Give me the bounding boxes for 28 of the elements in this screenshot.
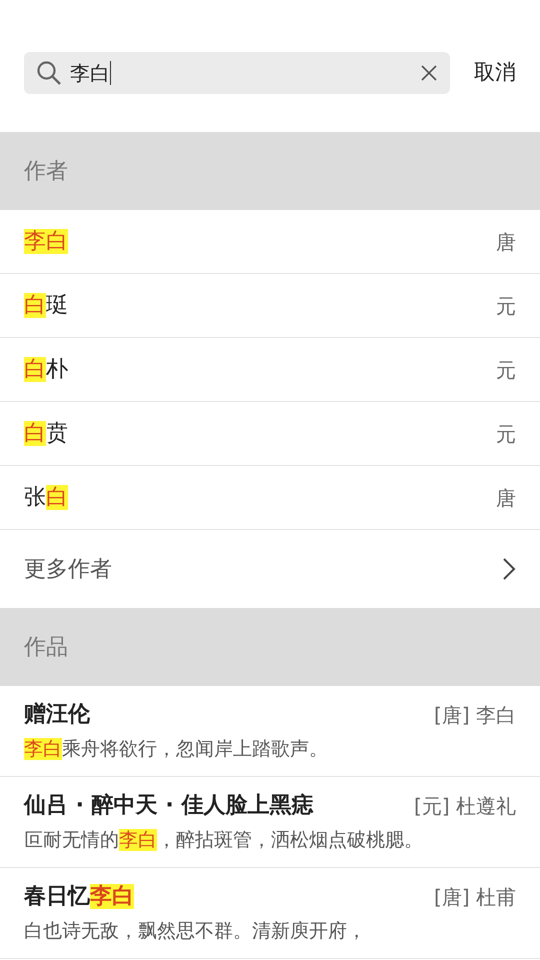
author-name: 白珽 [24,293,68,318]
chevron-right-icon [502,557,516,581]
author-name: 白 贲 [24,421,68,446]
work-author: [唐] 李白 [434,702,516,729]
search-field[interactable]: 李白 [24,52,450,94]
dynasty-label: 唐 [496,484,516,512]
work-author: [唐] 杜甫 [434,884,516,911]
work-excerpt: 白也诗无敌，飘然思不群。清新庾开府， [24,920,366,942]
author-name: 李白 [24,229,68,254]
dynasty-label: 元 [496,292,516,320]
work-excerpt: 李白乘舟将欲行，忽闻岸上踏歌声。 [24,738,328,760]
author-name: 白朴 [24,357,68,382]
work-title: 赠汪伦 [24,702,90,728]
section-header: 作者 [0,132,540,210]
cancel-button[interactable]: 取消 [474,57,516,89]
search-value: 李白 [70,60,110,87]
clear-icon[interactable] [420,64,438,82]
work-title: 春日忆李白 [24,884,134,910]
search-icon [36,60,62,86]
dynasty-label: 唐 [496,228,516,256]
dynasty-label: 元 [496,420,516,448]
dynasty-label: 元 [496,356,516,384]
more-authors-label: 更多作者 [24,556,112,584]
work-excerpt: 叵耐无情的李白，醉拈斑管，洒松烟点破桃腮。 [24,829,423,852]
work-title: 仙吕 · 醉中天 · 佳人脸上黑痣 [24,793,314,818]
author-name: 张白 [24,485,68,510]
section-header: 作品 [0,608,540,686]
work-author: [元] 杜遵礼 [414,792,516,820]
